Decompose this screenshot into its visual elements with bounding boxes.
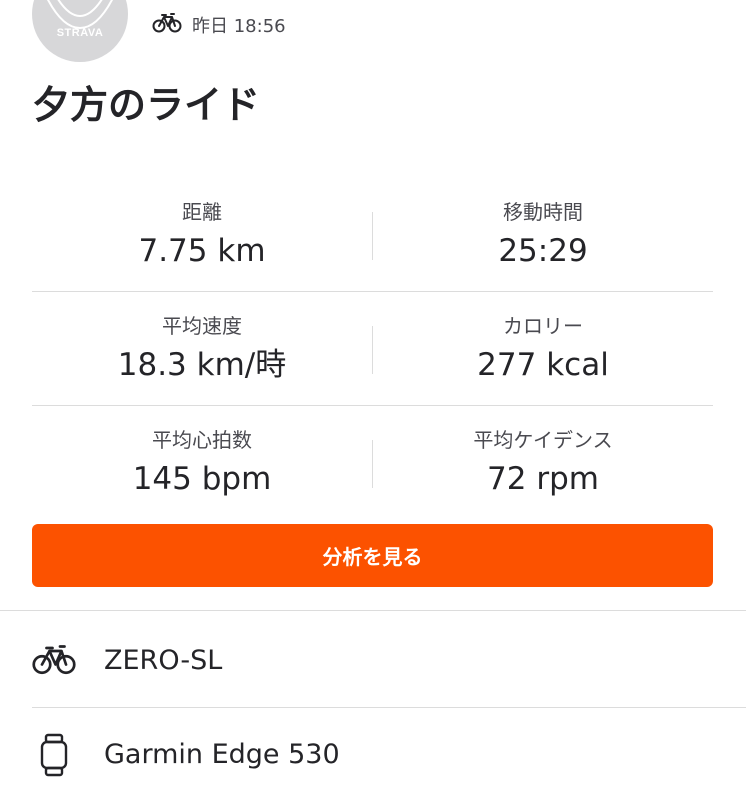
activity-meta: 昨日 18:56 [152,12,286,38]
view-analysis-button[interactable]: 分析を見る [32,524,713,587]
stat-value: 7.75 km [138,233,266,269]
stat-value: 277 kcal [477,347,609,383]
gear-item-device[interactable]: Garmin Edge 530 [0,709,746,800]
list-divider [32,707,746,708]
stat-moving-time: 移動時間 25:29 [373,178,713,272]
stat-value: 25:29 [498,233,588,269]
bike-icon [152,12,182,38]
stat-calories: カロリー 277 kcal [373,292,713,386]
stats-row: 平均心拍数 145 bpm 平均ケイデンス 72 rpm [32,406,713,519]
activity-title[interactable]: 夕方のライド [32,78,260,132]
gear-label: Garmin Edge 530 [104,739,340,770]
stat-value: 145 bpm [132,461,272,497]
bike-icon [30,636,78,684]
stats-row: 平均速度 18.3 km/時 カロリー 277 kcal [32,292,713,406]
stat-avg-heart-rate: 平均心拍数 145 bpm [32,406,372,500]
gear-label: ZERO-SL [104,644,223,676]
stats-row: 距離 7.75 km 移動時間 25:29 [32,178,713,292]
avatar-logo-text: STRAVA [56,27,104,39]
stats-grid: 距離 7.75 km 移動時間 25:29 平均速度 18.3 km/時 カロリ… [32,178,713,519]
section-divider [0,610,746,611]
activity-timestamp: 昨日 18:56 [192,16,286,37]
gear-item-bike[interactable]: ZERO-SL [0,612,746,708]
stat-label: 移動時間 [503,200,583,224]
stat-value: 72 rpm [487,461,599,497]
stat-label: 平均速度 [162,314,242,338]
stat-label: カロリー [503,314,583,338]
stat-label: 距離 [182,200,222,224]
stat-distance: 距離 7.75 km [32,178,372,272]
watch-device-icon [30,731,78,779]
stat-label: 平均ケイデンス [473,428,613,452]
stat-avg-cadence: 平均ケイデンス 72 rpm [373,406,713,500]
stat-value: 18.3 km/時 [117,347,287,383]
stat-label: 平均心拍数 [152,428,252,452]
stat-avg-speed: 平均速度 18.3 km/時 [32,292,372,386]
avatar[interactable]: STRAVA [32,0,128,62]
